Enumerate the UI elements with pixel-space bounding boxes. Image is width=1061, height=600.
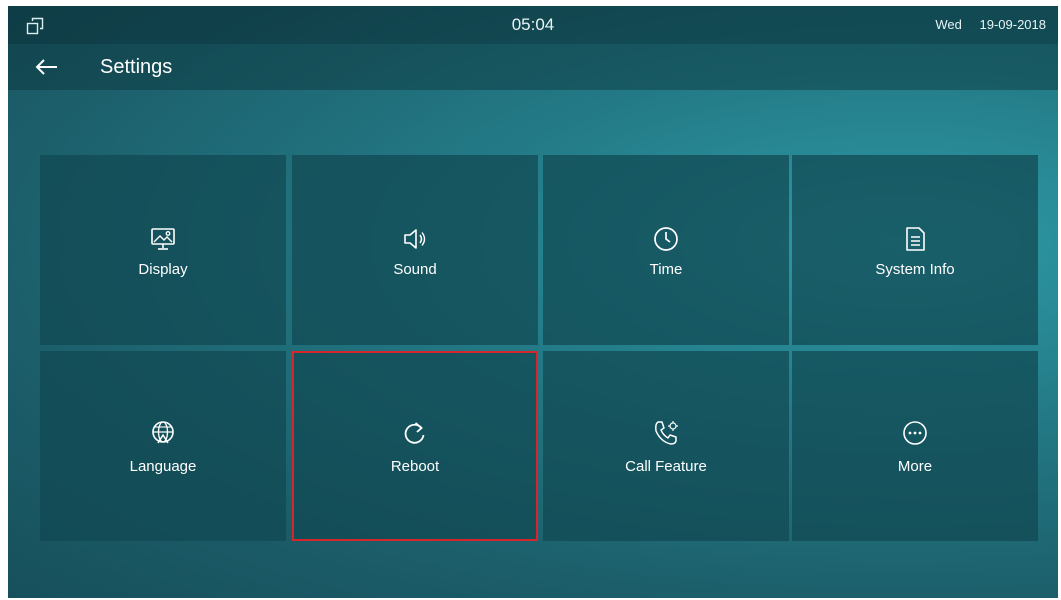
tile-label: More <box>897 458 933 475</box>
globe-icon <box>149 419 177 447</box>
tile-label: Reboot <box>390 458 440 475</box>
page-title: Settings <box>100 56 173 78</box>
display-icon <box>149 225 177 253</box>
refresh-icon <box>401 419 429 447</box>
back-arrow-icon[interactable] <box>34 54 60 80</box>
tile-call-feature[interactable]: Call Feature <box>543 351 789 541</box>
status-weekday: Wed <box>935 17 962 32</box>
tile-label: Language <box>129 458 197 475</box>
tile-more[interactable]: More <box>792 351 1038 541</box>
speaker-icon <box>401 225 429 253</box>
status-clock: 05:04 <box>511 15 555 34</box>
status-bar: 05:04 Wed 19-09-2018 <box>8 6 1058 44</box>
device-screen: 05:04 Wed 19-09-2018 Settings Display So… <box>8 6 1058 598</box>
phone-gear-icon <box>652 419 680 447</box>
tile-time[interactable]: Time <box>543 155 789 345</box>
tile-label: Call Feature <box>625 458 707 475</box>
tile-display[interactable]: Display <box>40 155 286 345</box>
tile-system-info[interactable]: System Info <box>792 155 1038 345</box>
page-indicator <box>8 588 1058 598</box>
tile-sound[interactable]: Sound <box>292 155 538 345</box>
status-date-value: 19-09-2018 <box>979 17 1047 32</box>
document-icon <box>901 225 929 253</box>
tile-language[interactable]: Language <box>40 351 286 541</box>
tile-label: Display <box>138 261 188 278</box>
clock-icon <box>652 225 680 253</box>
tile-label: System Info <box>875 261 955 278</box>
status-date: Wed 19-09-2018 <box>935 17 1046 32</box>
tile-reboot[interactable]: Reboot <box>292 351 538 541</box>
tile-label: Time <box>649 261 683 278</box>
more-icon <box>901 419 929 447</box>
title-bar: Settings <box>8 44 1058 90</box>
tile-label: Sound <box>393 261 437 278</box>
